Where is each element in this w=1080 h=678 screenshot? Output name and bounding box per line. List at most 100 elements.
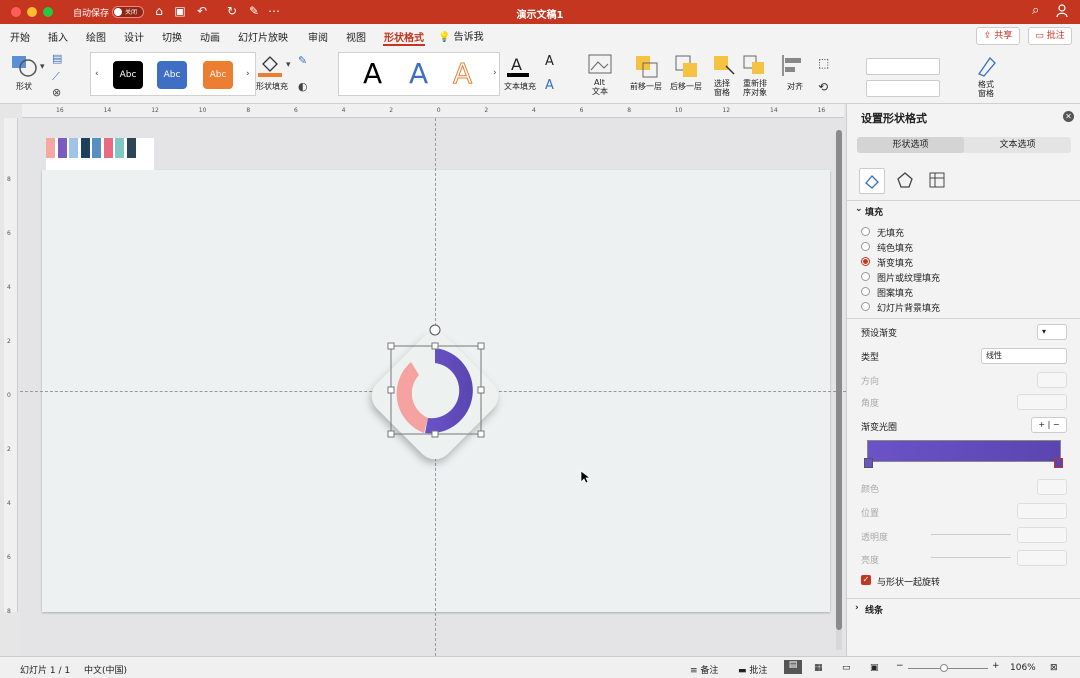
width-input[interactable] — [866, 80, 940, 97]
gradient-stop-left[interactable] — [864, 458, 873, 468]
fill-section: ⌄ 填充 — [847, 200, 1080, 218]
scroll-right-icon[interactable]: › — [246, 69, 250, 79]
tab-view[interactable]: 视图 — [346, 29, 366, 44]
tab-text-options[interactable]: 文本选项 — [964, 139, 1071, 151]
text-effects-icon[interactable]: A — [545, 78, 554, 93]
brightness-input[interactable] — [1017, 550, 1067, 566]
scrollbar-thumb[interactable] — [836, 130, 842, 630]
search-icon[interactable]: ⌕ — [1032, 3, 1039, 18]
reorder-icon[interactable] — [742, 54, 770, 78]
preset-gradient-dropdown[interactable]: ▾ — [1037, 324, 1067, 340]
style-blue[interactable]: Abc — [157, 61, 187, 89]
direction-dropdown[interactable] — [1037, 372, 1067, 388]
color-picker[interactable] — [1037, 479, 1067, 495]
send-backward-icon[interactable] — [674, 54, 700, 78]
radio-no-fill[interactable] — [861, 227, 870, 236]
zoom-level[interactable]: 106% — [1010, 663, 1036, 673]
edit-shape-icon[interactable]: ⟋ — [52, 70, 60, 84]
notes-button[interactable]: ≡ 备注 — [690, 663, 718, 676]
radio-gradient-fill[interactable] — [861, 257, 870, 266]
tell-me[interactable]: 💡 告诉我 — [438, 28, 484, 43]
share-button[interactable]: ⇪ 共享 — [976, 27, 1020, 45]
merge-shapes-icon[interactable]: ⊗ — [52, 86, 61, 99]
align-icon[interactable] — [780, 54, 806, 78]
scroll-right-icon[interactable]: › — [493, 68, 497, 78]
tab-review[interactable]: 审阅 — [308, 29, 328, 44]
transparency-input[interactable] — [1017, 527, 1067, 543]
alt-text-icon[interactable] — [588, 54, 612, 74]
tab-slideshow[interactable]: 幻灯片放映 — [238, 29, 288, 44]
selection-pane-icon[interactable] — [712, 54, 736, 78]
account-icon[interactable] — [1056, 4, 1068, 18]
line-section-label[interactable]: 线条 — [865, 603, 883, 616]
gradient-bar[interactable] — [867, 440, 1061, 462]
gradient-type-dropdown[interactable]: 线性 — [981, 348, 1067, 364]
effects-icon[interactable] — [893, 168, 919, 194]
comments-button[interactable]: ▭ 批注 — [1028, 27, 1072, 45]
scroll-left-icon[interactable]: ‹ — [95, 69, 99, 79]
chevron-down-icon[interactable]: ▾ — [40, 62, 45, 72]
language[interactable]: 中文(中国) — [84, 663, 127, 676]
radio-background-fill[interactable] — [861, 302, 870, 311]
vertical-ruler: 8 6 4 2 0 2 4 6 8 — [4, 118, 18, 615]
tab-animations[interactable]: 动画 — [200, 29, 220, 44]
transparency-slider[interactable] — [931, 534, 1011, 535]
group-icon[interactable]: ⬚ — [818, 56, 829, 70]
panel-tabs: 形状选项 文本选项 — [857, 137, 1071, 153]
tab-transitions[interactable]: 切换 — [162, 29, 182, 44]
radio-pattern-fill[interactable] — [861, 287, 870, 296]
add-remove-stop[interactable]: + | − — [1031, 417, 1067, 433]
radio-picture-fill[interactable] — [861, 272, 870, 281]
angle-input[interactable] — [1017, 394, 1067, 410]
style-black[interactable]: Abc — [113, 61, 143, 89]
zoom-slider-knob[interactable] — [940, 664, 948, 672]
close-icon[interactable]: ✕ — [1063, 111, 1074, 122]
slideshow-icon[interactable]: ▣ — [870, 663, 879, 673]
tab-insert[interactable]: 插入 — [48, 29, 68, 44]
gradient-stop-right[interactable] — [1054, 458, 1063, 468]
zoom-out-icon[interactable]: − — [896, 661, 904, 671]
fit-to-window-icon[interactable]: ⊠ — [1050, 663, 1058, 673]
wordart-orange[interactable]: A — [452, 57, 472, 91]
fill-line-icon[interactable] — [859, 168, 885, 194]
text-fill-icon[interactable]: A — [505, 54, 533, 78]
slide-canvas[interactable] — [20, 118, 846, 656]
rotate-icon[interactable]: ⟲ — [818, 80, 828, 94]
reading-view-icon[interactable]: ▭ — [842, 663, 851, 673]
rotate-with-shape-checkbox[interactable]: ✓ — [861, 575, 871, 585]
horizontal-ruler: 16 14 12 10 8 6 4 2 0 2 4 6 8 10 12 14 16 — [22, 104, 844, 118]
tab-shape-options[interactable]: 形状选项 — [857, 137, 964, 153]
expand-line-icon[interactable]: › — [855, 603, 859, 613]
size-properties-icon[interactable] — [925, 168, 951, 194]
shape-effects-icon[interactable]: ◐ — [298, 80, 308, 93]
tab-shape-format[interactable]: 形状格式 — [384, 29, 424, 44]
comments-status-button[interactable]: ▬ 批注 — [738, 663, 767, 676]
sorter-view-icon[interactable]: ▦ — [814, 663, 823, 673]
chevron-down-icon[interactable]: ▾ — [286, 60, 291, 70]
wordart-blue[interactable]: A — [409, 57, 428, 90]
style-orange[interactable]: Abc — [203, 61, 233, 89]
position-input[interactable] — [1017, 503, 1067, 519]
tab-draw[interactable]: 绘图 — [86, 29, 106, 44]
selected-shape-group[interactable] — [345, 306, 525, 486]
textbox-icon[interactable]: ▤ — [52, 52, 62, 65]
normal-view-icon[interactable]: ▤ — [784, 660, 802, 674]
shape-outline-icon[interactable]: ✎ — [298, 54, 307, 67]
brightness-slider[interactable] — [931, 557, 1011, 558]
fill-section-label[interactable]: 填充 — [865, 205, 883, 218]
text-outline-icon[interactable]: A — [545, 54, 554, 69]
paint-bucket-icon[interactable] — [258, 52, 284, 78]
wordart-black[interactable]: A — [363, 57, 382, 90]
zoom-in-icon[interactable]: + — [992, 661, 1000, 671]
zoom-slider[interactable] — [908, 668, 988, 669]
height-input[interactable] — [866, 58, 940, 75]
tab-design[interactable]: 设计 — [124, 29, 144, 44]
ruler-v-number: 2 — [7, 446, 11, 453]
shapes-icon[interactable] — [10, 52, 40, 78]
bring-forward-icon[interactable] — [634, 54, 660, 78]
tab-home[interactable]: 开始 — [10, 29, 30, 44]
format-pane-icon[interactable] — [976, 54, 998, 78]
rotate-handle-icon[interactable] — [429, 324, 441, 336]
expand-fill-icon[interactable]: ⌄ — [855, 204, 863, 214]
radio-solid-fill[interactable] — [861, 242, 870, 251]
